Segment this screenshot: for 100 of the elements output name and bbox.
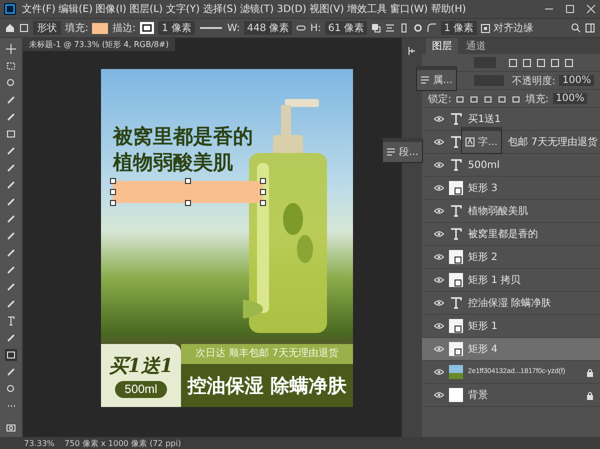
corner-radius-icon[interactable] <box>427 23 438 33</box>
type-layer-icon <box>449 204 463 218</box>
eye-icon[interactable] <box>434 323 444 329</box>
menu-item[interactable]: 增效工具 <box>347 2 388 16</box>
poster-headline: 植物弱酸美肌 <box>113 149 234 175</box>
type-layer-icon <box>449 158 463 172</box>
layer-name: 控油保湿 除螨净肤 <box>468 296 552 310</box>
menu-item[interactable]: 3D(D) <box>276 4 306 14</box>
width-label: W: <box>227 22 240 34</box>
eye-icon[interactable] <box>434 277 444 283</box>
layer-name: 矩形 1 <box>468 320 499 333</box>
fill-field[interactable]: 100% <box>552 93 588 104</box>
fill-label: 填充: <box>65 22 88 35</box>
radius-field[interactable]: 1 像素 <box>441 21 477 35</box>
app-logo-icon[interactable] <box>4 3 16 15</box>
fill-swatch[interactable] <box>92 22 108 34</box>
search-icon[interactable] <box>571 23 581 33</box>
eye-icon[interactable] <box>434 162 444 168</box>
panel-tab[interactable]: 通道 <box>460 38 492 54</box>
eye-icon[interactable] <box>434 392 444 398</box>
layer-name: 买1送1 <box>468 113 502 126</box>
mode-dropdown[interactable]: 形状 <box>33 21 61 35</box>
menu-item[interactable]: 文字(Y) <box>166 2 200 16</box>
type-layer-icon <box>449 135 463 149</box>
eye-icon[interactable] <box>434 369 444 375</box>
layer-row[interactable]: 被窝里都是香的 <box>422 223 600 246</box>
stroke-label: 描边: <box>112 22 136 35</box>
eye-icon[interactable] <box>434 254 444 260</box>
width-field[interactable]: 448 像素 <box>244 21 292 35</box>
eye-icon[interactable] <box>434 185 444 191</box>
eye-icon[interactable] <box>434 139 444 145</box>
home-icon[interactable] <box>5 23 15 33</box>
stroke-swatch-icon[interactable] <box>140 22 154 34</box>
collapsed-panel-dialog[interactable]: 字... <box>461 127 502 154</box>
align-icon[interactable] <box>385 23 396 33</box>
layer-row[interactable]: 矩形 3 <box>422 177 600 200</box>
panel-label: 字... <box>478 136 498 149</box>
shape-thumbnail-icon <box>449 250 463 264</box>
shape-tool-icon[interactable] <box>19 23 29 33</box>
menu-item[interactable]: 选择(S) <box>202 2 237 16</box>
volume-pill: 500ml <box>114 381 168 398</box>
layer-row[interactable]: 植物弱酸美肌 <box>422 200 600 223</box>
type-layer-icon <box>449 112 463 126</box>
panel-label: 属... <box>433 74 453 87</box>
marquee-icon[interactable] <box>5 60 17 72</box>
frame-icon[interactable] <box>5 128 17 140</box>
menu-item[interactable]: 图层(L) <box>129 2 163 16</box>
type-layer-icon <box>449 296 463 310</box>
benefits-strip: 控油保湿 除螨净肤 <box>181 364 353 407</box>
gear-icon[interactable] <box>413 23 424 33</box>
layer-name: 矩形 2 <box>468 251 499 264</box>
layer-row[interactable]: 背景 <box>422 384 600 407</box>
document-tab[interactable]: 未标题-1 @ 73.3% (矩形 4, RGB/8#) <box>23 38 175 51</box>
path-operations-icon[interactable] <box>371 23 382 33</box>
menu-item[interactable]: 文件(F) <box>22 2 56 16</box>
document-size: 750 像素 x 1000 像素 (72 ppi) <box>64 438 181 448</box>
quick-mask-icon[interactable] <box>5 422 17 434</box>
photo-thumbnail-icon <box>449 365 463 379</box>
workspace-icon[interactable] <box>585 23 595 33</box>
offer-text: 买1送1 <box>108 354 174 379</box>
layer-name: 背景 <box>468 388 489 402</box>
panel-icon <box>420 75 430 85</box>
height-field[interactable]: 61 像素 <box>325 21 368 35</box>
menu-item[interactable]: 帮助(H) <box>430 2 466 16</box>
rectangle-icon[interactable] <box>5 349 17 361</box>
align-edges-checkbox[interactable] <box>480 24 490 32</box>
layer-name: 包邮 7天无理由退货 <box>508 136 598 149</box>
layer-name: 矩形 3 <box>468 182 499 195</box>
eye-icon[interactable] <box>434 346 444 352</box>
move-icon[interactable] <box>5 43 17 55</box>
transform-handle[interactable] <box>185 200 191 206</box>
menu-item[interactable]: 编辑(E) <box>58 2 93 16</box>
poster-headline: 被窝里都是香的 <box>113 123 254 149</box>
opacity-field[interactable]: 100% <box>559 75 594 86</box>
menu-item[interactable]: 视图(V) <box>309 2 344 16</box>
menu-item[interactable]: 滤镜(T) <box>240 2 274 16</box>
menu-item[interactable]: 窗口(W) <box>390 2 428 16</box>
maximize-icon[interactable] <box>565 4 575 14</box>
menu-item[interactable]: 图像(I) <box>96 2 126 16</box>
collapsed-panel-dialog[interactable]: 段... <box>382 138 423 163</box>
collapsed-panel-dialog[interactable]: 属... <box>416 66 457 91</box>
eye-icon[interactable] <box>434 208 444 214</box>
layer-row[interactable]: 矩形 1 拷贝 <box>422 269 600 292</box>
opacity-label: 不透明度: <box>512 74 556 88</box>
layer-row[interactable]: 矩形 4 <box>422 338 600 361</box>
layer-name: 500ml <box>468 160 501 170</box>
close-icon[interactable] <box>586 4 596 14</box>
stroke-width-dropdown[interactable]: 1 像素 <box>158 21 196 35</box>
layer-row[interactable]: 矩形 2 <box>422 246 600 269</box>
type-icon[interactable] <box>5 315 17 327</box>
type-layer-icon <box>449 227 463 241</box>
eye-icon[interactable] <box>434 116 444 122</box>
eye-icon[interactable] <box>434 300 444 306</box>
panel-tab[interactable]: 图层 <box>426 38 458 54</box>
link-icon[interactable] <box>296 23 306 33</box>
transform-handle[interactable] <box>185 178 191 184</box>
shape-thumbnail-icon <box>449 342 463 356</box>
layer-name: 被窝里都是香的 <box>468 228 539 241</box>
eye-icon[interactable] <box>434 231 444 237</box>
layer-row[interactable]: 控油保湿 除螨净肤 <box>422 292 600 315</box>
